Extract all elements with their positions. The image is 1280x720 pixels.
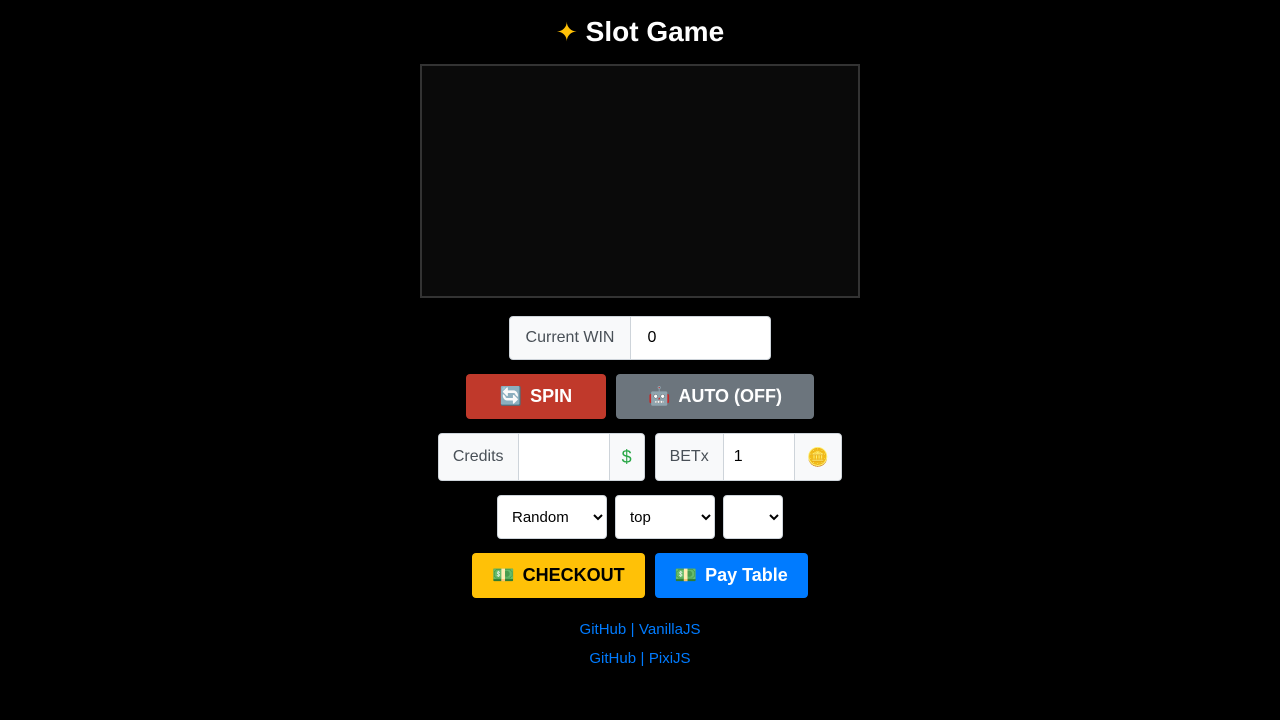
spin-button[interactable]: 🔄 SPIN — [466, 374, 606, 419]
current-win-row: Current WIN 0 — [509, 316, 772, 360]
github-pixijs-link-pixijs[interactable]: PixiJS — [649, 650, 691, 667]
credits-input[interactable] — [519, 434, 609, 480]
position-select[interactable]: top — [615, 495, 715, 539]
betx-coin-button[interactable]: 🪙 — [794, 434, 841, 480]
spin-row: 🔄 SPIN 🤖 AUTO (OFF) — [466, 374, 814, 419]
auto-icon: 🤖 — [648, 386, 670, 407]
dropdowns-row: Random top — [497, 495, 783, 539]
auto-button[interactable]: 🤖 AUTO (OFF) — [616, 374, 814, 419]
footer-row-1: GitHub | VanillaJS — [580, 616, 701, 645]
spin-icon: 🔄 — [500, 386, 522, 407]
page-header: ✦ Slot Game — [556, 16, 724, 48]
credits-dollar-button[interactable]: $ — [609, 434, 644, 480]
current-win-value: 0 — [631, 316, 771, 360]
checkout-icon: 💵 — [492, 565, 514, 586]
paytable-icon: 💵 — [675, 565, 697, 586]
footer-sep-1: | — [631, 621, 635, 638]
paytable-button[interactable]: 💵 Pay Table — [655, 553, 808, 598]
github-vanillajs-link-github[interactable]: GitHub — [580, 621, 627, 638]
paytable-label: Pay Table — [705, 565, 788, 586]
betx-input[interactable] — [724, 434, 794, 480]
checkout-button[interactable]: 💵 CHECKOUT — [472, 553, 644, 598]
auto-label: AUTO (OFF) — [678, 386, 782, 407]
footer: GitHub | VanillaJS GitHub | PixiJS — [580, 616, 701, 674]
credits-betx-row: Credits $ BETx 🪙 — [438, 433, 842, 481]
extra-select[interactable] — [723, 495, 783, 539]
betx-group: BETx 🪙 — [655, 433, 843, 481]
github-pixijs-link-github[interactable]: GitHub — [589, 650, 636, 667]
footer-sep-2: | — [641, 650, 645, 667]
current-win-label: Current WIN — [509, 316, 632, 360]
dollar-icon: $ — [622, 447, 632, 468]
spin-label: SPIN — [530, 386, 572, 407]
game-canvas — [420, 64, 860, 298]
credits-label: Credits — [439, 434, 519, 480]
checkout-label: CHECKOUT — [523, 565, 625, 586]
footer-row-2: GitHub | PixiJS — [580, 645, 701, 674]
bird-icon: ✦ — [556, 17, 578, 48]
credits-group: Credits $ — [438, 433, 645, 481]
page-title: Slot Game — [586, 16, 724, 48]
lines-select[interactable]: Random — [497, 495, 607, 539]
action-row: 💵 CHECKOUT 💵 Pay Table — [472, 553, 808, 598]
github-vanillajs-link-vanillajs[interactable]: VanillaJS — [639, 621, 700, 638]
coin-icon: 🪙 — [807, 447, 829, 468]
betx-label: BETx — [656, 434, 724, 480]
